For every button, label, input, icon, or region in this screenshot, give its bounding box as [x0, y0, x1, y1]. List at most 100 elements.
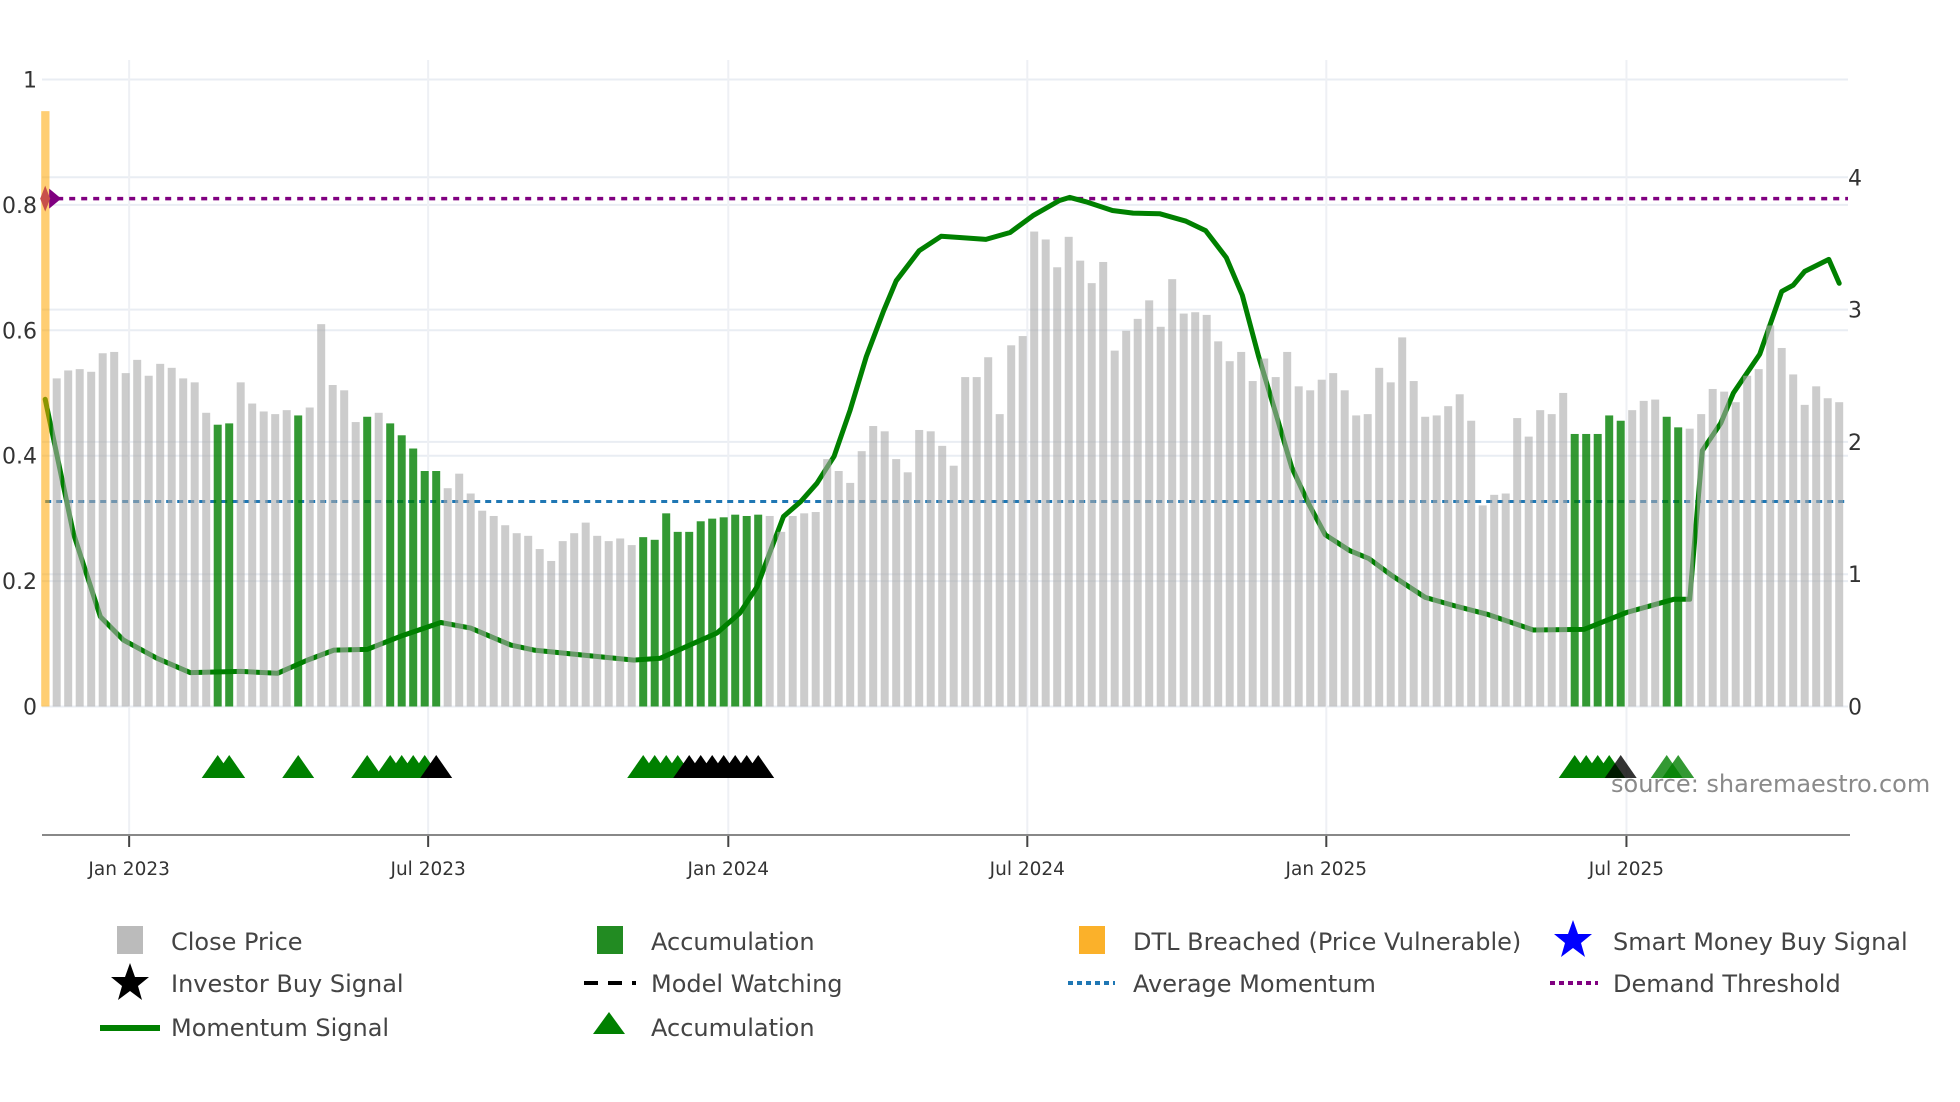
close-price-bar [1156, 326, 1165, 707]
close-price-bar [926, 431, 935, 707]
close-price-bar [1110, 350, 1119, 707]
close-price-bar [788, 515, 797, 707]
close-price-bar [374, 412, 383, 707]
left-tick-label: 0.8 [2, 194, 37, 219]
accumulation-bar [1570, 433, 1579, 707]
legend-item-demand-threshold[interactable]: Demand Threshold [1550, 970, 1841, 998]
close-price-bars [52, 231, 1844, 707]
left-axis-ticks: 0 0.2 0.4 0.6 0.8 1 [2, 69, 37, 721]
close-price-bar [1478, 505, 1487, 707]
close-price-bar [869, 426, 878, 707]
x-tick-label: Jan 2024 [687, 859, 769, 880]
close-price-bar [478, 510, 487, 707]
accumulation-bar [754, 514, 763, 707]
legend-item-close-price[interactable]: Close Price [117, 926, 303, 956]
x-tick-label: Jan 2023 [87, 859, 169, 880]
accumulation-bar [742, 515, 751, 707]
close-price-bar [1789, 374, 1798, 707]
x-tick-label: Jul 2025 [1588, 859, 1664, 880]
close-price-bar [512, 533, 521, 707]
close-price-bar [340, 390, 349, 707]
accumulation-bar [397, 435, 406, 707]
accumulation-bar [1674, 427, 1683, 707]
close-price-bar [524, 535, 533, 707]
close-price-bar [1455, 394, 1464, 707]
accumulation-bar [696, 521, 705, 707]
close-price-bar [190, 382, 199, 707]
close-price-bar [87, 371, 96, 707]
close-price-bar [1283, 351, 1292, 707]
accumulation-bar [731, 514, 740, 707]
legend-label: Smart Money Buy Signal [1613, 928, 1908, 956]
legend-item-average-momentum[interactable]: Average Momentum [1068, 970, 1376, 998]
close-price-bar [1340, 390, 1349, 707]
accumulation-bar [1582, 433, 1591, 707]
accumulation-bar [708, 518, 717, 707]
close-price-bar [1041, 239, 1050, 707]
close-price-bar [915, 429, 924, 707]
close-price-bar [1214, 341, 1223, 707]
x-tick-label: Jul 2023 [390, 859, 466, 880]
close-price-bar [961, 377, 970, 707]
x-tick-label: Jan 2025 [1285, 859, 1367, 880]
legend-item-accumulation-marker[interactable]: Accumulation [593, 1012, 815, 1042]
close-price-bar [1053, 267, 1062, 707]
legend-item-dtl-breached[interactable]: DTL Breached (Price Vulnerable) [1079, 926, 1521, 956]
accumulation-bar [409, 448, 418, 707]
legend-label: Close Price [171, 928, 303, 956]
close-price-bar [834, 471, 843, 707]
close-price-bar [466, 493, 475, 707]
close-price-bar [1064, 236, 1073, 707]
close-price-bar [1099, 261, 1108, 707]
close-price-bar [1536, 410, 1545, 707]
close-price-bar [1754, 369, 1763, 707]
close-price-bar [501, 525, 510, 707]
close-price-bar [1421, 416, 1430, 707]
close-price-bar [1800, 404, 1809, 707]
close-price-bar [1628, 410, 1637, 707]
legend-item-model-watching[interactable]: Model Watching [584, 970, 843, 998]
legend-label: Momentum Signal [171, 1014, 389, 1042]
legend-label: Accumulation [651, 928, 815, 956]
close-price-bar [156, 363, 165, 707]
close-price-bar [777, 531, 786, 707]
close-price-bar [1352, 415, 1361, 707]
close-price-bar [1639, 400, 1648, 707]
right-tick-label: 3 [1848, 299, 1862, 324]
close-price-bar [1467, 420, 1476, 707]
close-price-bar [1651, 399, 1660, 707]
close-price-bar [846, 482, 855, 707]
accumulation-bar [1616, 420, 1625, 707]
close-price-bar [627, 545, 636, 707]
close-price-bar [1306, 390, 1315, 707]
close-price-bar [1708, 388, 1717, 707]
close-price-bar [547, 560, 556, 707]
close-price-bar [1271, 377, 1280, 707]
close-price-bar [144, 375, 153, 707]
close-price-bar [443, 488, 452, 707]
close-price-bar [167, 367, 176, 707]
legend-item-accumulation-bar[interactable]: Accumulation [597, 926, 815, 956]
accumulation-bar [213, 424, 222, 707]
close-price-bar [1329, 373, 1338, 707]
right-tick-label: 4 [1848, 166, 1862, 191]
close-price-bar [328, 385, 337, 707]
close-price-bar [892, 459, 901, 707]
close-price-bar [811, 512, 820, 707]
close-price-bar [248, 403, 257, 707]
legend-item-momentum-signal[interactable]: Momentum Signal [100, 1014, 389, 1042]
x-tick-label: Jul 2024 [989, 859, 1065, 880]
legend: Close Price Accumulation DTL Breached (P… [100, 920, 1908, 1042]
accumulation-bar [420, 471, 429, 707]
accumulation-bar [294, 415, 303, 707]
legend-label: Demand Threshold [1613, 970, 1841, 998]
green-triangle-icon [593, 1012, 625, 1034]
legend-item-investor-buy[interactable]: Investor Buy Signal [111, 963, 404, 1000]
close-price-bar [133, 359, 142, 707]
legend-item-smart-money[interactable]: Smart Money Buy Signal [1554, 920, 1908, 957]
close-price-bar [1513, 418, 1522, 707]
close-price-bar [489, 515, 498, 707]
close-price-bar [880, 431, 889, 707]
close-price-bar [1835, 402, 1844, 707]
close-price-bar [1375, 367, 1384, 707]
